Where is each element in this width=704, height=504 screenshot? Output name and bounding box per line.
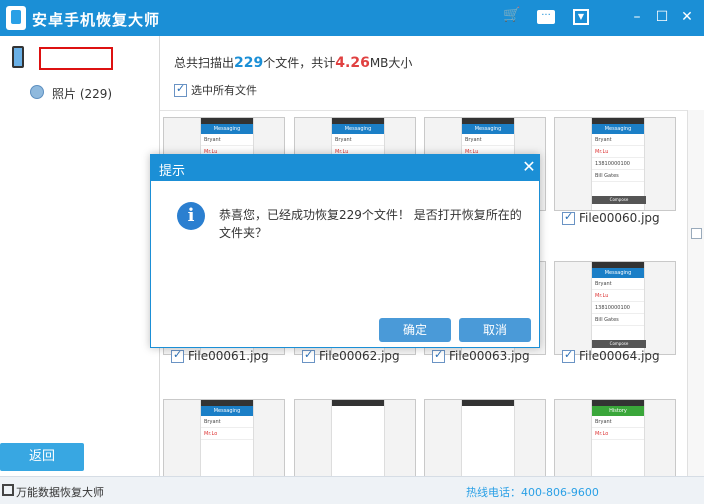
menu-dropdown-button[interactable]: ▼ <box>570 6 592 28</box>
preview-line: Bryant <box>332 134 384 146</box>
preview-line: Bryant <box>201 134 253 146</box>
file-thumbnail[interactable] <box>424 399 546 476</box>
file-name: File00060.jpg <box>579 211 660 225</box>
total-size: 4.26 <box>335 55 370 71</box>
summary-mid: 个文件，共计 <box>263 56 336 70</box>
maximize-button[interactable]: ☐ <box>651 6 673 28</box>
minimize-button[interactable]: – <box>626 6 648 28</box>
file-thumbnail[interactable]: Messaging Bryant Mr.Lu 13810000100 Bill Gate… <box>554 117 676 211</box>
device-name-field[interactable] <box>39 47 113 70</box>
dialog-close-icon[interactable]: ✕ <box>519 157 539 177</box>
cancel-button[interactable]: 取消 <box>459 318 531 342</box>
preview-line: Mr.Lu <box>592 290 644 302</box>
checkbox-checked-icon[interactable] <box>432 348 445 363</box>
sidebar-item-photos[interactable]: 照片 (229) <box>28 82 148 104</box>
close-button[interactable]: ✕ <box>676 6 698 28</box>
file-thumbnail[interactable]: Messaging Bryant Mr.Lu 13810000100 Bill Gate… <box>554 261 676 355</box>
checkbox-checked-icon[interactable] <box>302 348 315 363</box>
status-bar: 万能数据恢复大师 热线电话：400-806-9600 <box>0 476 704 504</box>
checkbox-checked-icon[interactable] <box>174 82 187 97</box>
phone-screenshot-preview <box>331 400 385 476</box>
preview-line: Bryant <box>201 416 253 428</box>
file-select-checkbox[interactable]: File00063.jpg <box>432 348 530 365</box>
status-app-icon <box>2 484 14 496</box>
preview-header: History <box>592 406 644 416</box>
cart-icon[interactable]: 🛒 <box>501 4 523 26</box>
ok-button[interactable]: 确定 <box>379 318 451 342</box>
preview-compose-bar: Compose <box>592 340 646 348</box>
summary-prefix: 总共扫描出 <box>174 56 235 70</box>
checkbox-checked-icon[interactable] <box>171 348 184 363</box>
preview-line: Mr.Lu <box>592 146 644 158</box>
dialog-message: 恭喜您，已经成功恢复229个文件！ 是否打开恢复所在的文件夹？ <box>219 208 522 240</box>
preview-compose-bar: Compose <box>592 196 646 204</box>
app-title: 安卓手机恢复大师 <box>32 11 161 29</box>
phone-screenshot-preview: Messaging Bryant Mr.Lu 13810000100 Bill Gate… <box>591 262 646 354</box>
preview-header: Messaging <box>592 124 644 134</box>
phone-screenshot-preview <box>461 400 515 476</box>
phone-screenshot-preview: Messaging Bryant Mr.Lo <box>200 400 254 476</box>
select-all-checkbox[interactable]: 选中所有文件 <box>174 82 257 98</box>
scan-summary: 总共扫描出229个文件，共计4.26MB大小 <box>174 54 412 71</box>
file-name: File00061.jpg <box>188 349 269 363</box>
preview-header: Messaging <box>201 124 253 134</box>
select-all-label: 选中所有文件 <box>191 84 257 97</box>
dialog-title: 提示 <box>159 164 186 179</box>
app-logo-icon <box>6 6 26 30</box>
dialog-header: 提示 ✕ <box>151 155 539 181</box>
preview-line: Mr.Lo <box>201 428 253 440</box>
file-select-checkbox[interactable]: File00061.jpg <box>171 348 269 365</box>
hotline-text: 热线电话：400-806-9600 <box>466 486 599 499</box>
file-name: File00062.jpg <box>319 349 400 363</box>
preview-line: Bryant <box>592 134 644 146</box>
file-count: 229 <box>234 55 264 71</box>
file-name: File00063.jpg <box>449 349 530 363</box>
status-app-name: 万能数据恢复大师 <box>16 486 104 499</box>
preview-line: Mr.Lo <box>592 428 644 440</box>
dropdown-icon: ▼ <box>573 9 589 25</box>
scrollbar-thumb[interactable] <box>691 228 702 239</box>
photo-icon <box>30 85 44 99</box>
file-thumbnail[interactable]: Messaging Bryant Mr.Lo <box>163 399 285 476</box>
preview-header: Messaging <box>592 268 644 278</box>
checkbox-checked-icon[interactable] <box>562 348 575 363</box>
file-select-checkbox[interactable]: File00064.jpg <box>562 348 660 365</box>
preview-header: Messaging <box>462 124 514 134</box>
phone-icon <box>12 46 24 68</box>
info-icon: i <box>177 202 205 230</box>
vertical-scrollbar[interactable] <box>687 110 704 476</box>
phone-screenshot-preview: History Bryant Mr.Lo <box>591 400 645 476</box>
preview-line: 13810000100 <box>592 302 644 314</box>
checkbox-checked-icon[interactable] <box>562 210 575 225</box>
file-thumbnail[interactable] <box>294 399 416 476</box>
device-row[interactable] <box>0 42 160 76</box>
file-name: File00064.jpg <box>579 349 660 363</box>
phone-screenshot-preview: Messaging Bryant Mr.Lu 13810000100 Bill Gate… <box>591 118 646 210</box>
file-select-checkbox[interactable]: File00062.jpg <box>302 348 400 365</box>
preview-header: Messaging <box>201 406 253 416</box>
title-bar: 安卓手机恢复大师 🛒 ··· ▼ – ☐ ✕ <box>0 0 704 36</box>
summary-suffix: MB大小 <box>369 56 413 70</box>
preview-line: Bill Gates <box>592 170 644 182</box>
confirm-dialog: 提示 ✕ i 恭喜您，已经成功恢复229个文件！ 是否打开恢复所在的文件夹？ 确… <box>150 154 540 348</box>
preview-line: Bryant <box>592 416 644 428</box>
preview-line: Bryant <box>462 134 514 146</box>
preview-line: Bill Gates <box>592 314 644 326</box>
preview-line: 13810000100 <box>592 158 644 170</box>
preview-header: Messaging <box>332 124 384 134</box>
message-button[interactable]: ··· <box>535 6 557 28</box>
sidebar: 照片 (229) <box>0 36 160 476</box>
file-select-checkbox[interactable]: File00060.jpg <box>562 210 660 227</box>
file-thumbnail[interactable]: History Bryant Mr.Lo <box>554 399 676 476</box>
preview-line: Bryant <box>592 278 644 290</box>
message-icon: ··· <box>537 10 555 24</box>
back-button[interactable]: 返回 <box>0 443 84 471</box>
sidebar-footer: 返回 <box>0 440 160 476</box>
sidebar-item-label: 照片 (229) <box>52 87 113 101</box>
